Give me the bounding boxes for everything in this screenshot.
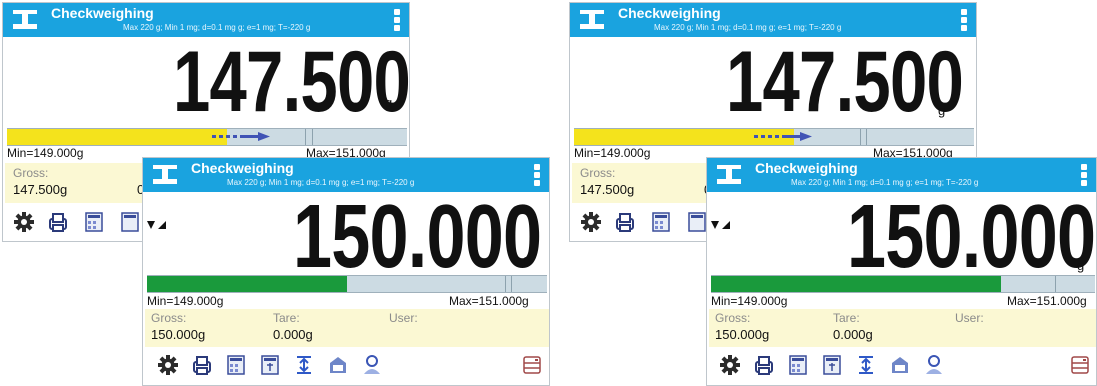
max-label: Max=151.000g (449, 294, 529, 308)
calculator-icon[interactable] (650, 211, 672, 233)
calculator-icon[interactable] (787, 354, 809, 376)
front-window-left: Checkweighing Max 220 g; Min 1 mg; d=0.1… (142, 157, 550, 386)
gear-icon[interactable] (580, 211, 602, 233)
gross-value: 147.500g (580, 182, 635, 197)
gross-value: 147.500g (13, 182, 68, 197)
menu-kebab-icon[interactable] (394, 9, 400, 33)
bar-fill (147, 276, 347, 292)
weight-unit: g (523, 252, 531, 267)
scale-unit-icon[interactable] (686, 211, 708, 233)
menu-kebab-icon[interactable] (961, 9, 967, 33)
server-icon[interactable] (1069, 354, 1091, 376)
bar-tick (305, 129, 306, 145)
checkweigh-bar (574, 128, 974, 146)
user-icon[interactable] (923, 354, 945, 376)
min-label: Min=149.000g (574, 146, 651, 160)
window-title: Checkweighing (191, 160, 294, 176)
weight-readout: 150.000 (847, 187, 1096, 287)
weight-unit: g (385, 95, 393, 110)
gross-label: Gross: (13, 166, 49, 180)
window-title: Checkweighing (51, 5, 154, 21)
gear-icon[interactable] (157, 354, 179, 376)
toolbar (707, 348, 1096, 385)
zero-indicator-icon (711, 221, 730, 229)
balance-logo-icon (153, 165, 177, 184)
calculator-icon[interactable] (225, 354, 247, 376)
window-subtitle: Max 220 g; Min 1 mg; d=0.1 mg g; e=1 mg;… (654, 23, 842, 32)
scale-unit-icon[interactable] (119, 211, 141, 233)
balance-logo-icon (13, 10, 37, 29)
bar-tick (511, 276, 512, 292)
bar-tick (860, 129, 861, 145)
weight-readout: 147.500 (726, 34, 964, 130)
server-icon[interactable] (521, 354, 543, 376)
calculator-icon[interactable] (83, 211, 105, 233)
bar-tick (312, 129, 313, 145)
align-icon[interactable] (293, 354, 315, 376)
scale-unit-icon[interactable] (259, 354, 281, 376)
user-label: User: (389, 311, 418, 325)
print-icon[interactable] (47, 211, 69, 233)
user-icon[interactable] (361, 354, 383, 376)
window-header: Checkweighing Max 220 g; Min 1 mg; d=0.1… (570, 3, 976, 37)
align-icon[interactable] (855, 354, 877, 376)
window-header: Checkweighing Max 220 g; Min 1 mg; d=0.1… (3, 3, 409, 37)
tare-label: Tare: (273, 311, 300, 325)
user-label: User: (955, 311, 984, 325)
database-icon[interactable] (327, 354, 349, 376)
bar-fill (7, 129, 227, 145)
bar-tick (866, 129, 867, 145)
checkweigh-bar (147, 275, 547, 293)
info-panel: Gross: 150.000g Tare: 0.000g User: (145, 309, 549, 347)
max-label: Max=151.000g (1007, 294, 1087, 308)
min-label: Min=149.000g (7, 146, 84, 160)
weight-readout: 147.500 (173, 34, 410, 130)
window-title: Checkweighing (618, 5, 721, 21)
bar-tick (505, 276, 506, 292)
gross-value: 150.000g (715, 327, 770, 342)
gross-label: Gross: (151, 311, 187, 325)
weight-unit: g (1077, 258, 1085, 273)
checkweigh-bar (7, 128, 407, 146)
database-icon[interactable] (889, 354, 911, 376)
balance-logo-icon (717, 165, 741, 184)
info-panel: Gross: 150.000g Tare: 0.000g User: (709, 309, 1096, 347)
bar-fill (711, 276, 1001, 292)
window-title: Checkweighing (755, 160, 858, 176)
tare-label: Tare: (833, 311, 860, 325)
tare-value: 0.000g (833, 327, 873, 342)
arrow-right-icon (754, 132, 812, 141)
print-icon[interactable] (753, 354, 775, 376)
front-window-right: Checkweighing Max 220 g; Min 1 mg; d=0.1… (706, 157, 1097, 386)
balance-logo-icon (580, 10, 604, 29)
toolbar (143, 348, 549, 385)
bar-tick (1055, 276, 1056, 292)
arrow-right-icon (212, 132, 270, 141)
print-icon[interactable] (191, 354, 213, 376)
gross-label: Gross: (715, 311, 751, 325)
window-subtitle: Max 220 g; Min 1 mg; d=0.1 mg g; e=1 mg;… (123, 23, 311, 32)
menu-kebab-icon[interactable] (1081, 164, 1087, 188)
weight-readout: 150.000 (293, 187, 542, 287)
gear-icon[interactable] (719, 354, 741, 376)
weight-unit: g (938, 103, 946, 118)
zero-indicator-icon (147, 221, 166, 229)
gross-value: 150.000g (151, 327, 206, 342)
gross-label: Gross: (580, 166, 616, 180)
print-icon[interactable] (614, 211, 636, 233)
min-label: Min=149.000g (711, 294, 788, 308)
gear-icon[interactable] (13, 211, 35, 233)
scale-unit-icon[interactable] (821, 354, 843, 376)
min-label: Min=149.000g (147, 294, 224, 308)
tare-value: 0.000g (273, 327, 313, 342)
checkweigh-bar (711, 275, 1095, 293)
menu-kebab-icon[interactable] (534, 164, 540, 188)
